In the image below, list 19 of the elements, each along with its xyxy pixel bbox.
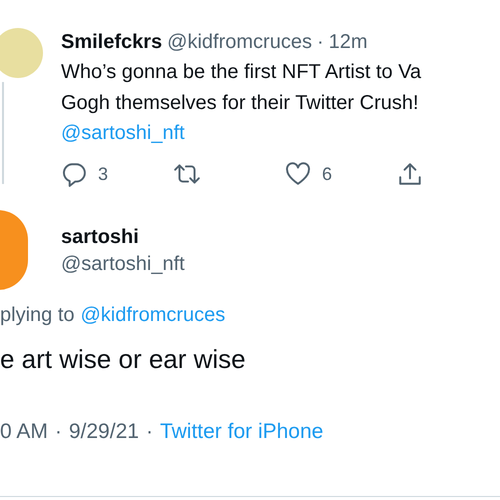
- user-handle[interactable]: @sartoshi_nft: [61, 250, 185, 278]
- like-count: 6: [322, 162, 332, 186]
- display-name[interactable]: sartoshi: [61, 224, 185, 250]
- share-icon[interactable]: [397, 161, 423, 187]
- reply-icon[interactable]: [61, 161, 87, 187]
- user-handle[interactable]: @kidfromcruces: [167, 28, 312, 56]
- tweet-text-line: Gogh themselves for their Twitter Crush!: [61, 91, 420, 116]
- tweet-text-line: Who’s gonna be the first NFT Artist to Va: [61, 60, 422, 85]
- tweet-time[interactable]: 0 AM: [0, 418, 48, 446]
- display-name[interactable]: Smilefckrs: [61, 28, 162, 56]
- heart-icon[interactable]: [285, 162, 311, 186]
- separator: ·: [146, 419, 153, 445]
- separator: ·: [54, 419, 62, 445]
- tweet-date[interactable]: 9/29/21: [68, 418, 139, 446]
- separator: ·: [316, 30, 324, 55]
- tweet-time[interactable]: 12m: [328, 28, 368, 56]
- replying-to-label: plying to: [0, 303, 74, 328]
- reply-count: 3: [98, 162, 108, 186]
- reply-text: e art wise or ear wise: [0, 343, 247, 376]
